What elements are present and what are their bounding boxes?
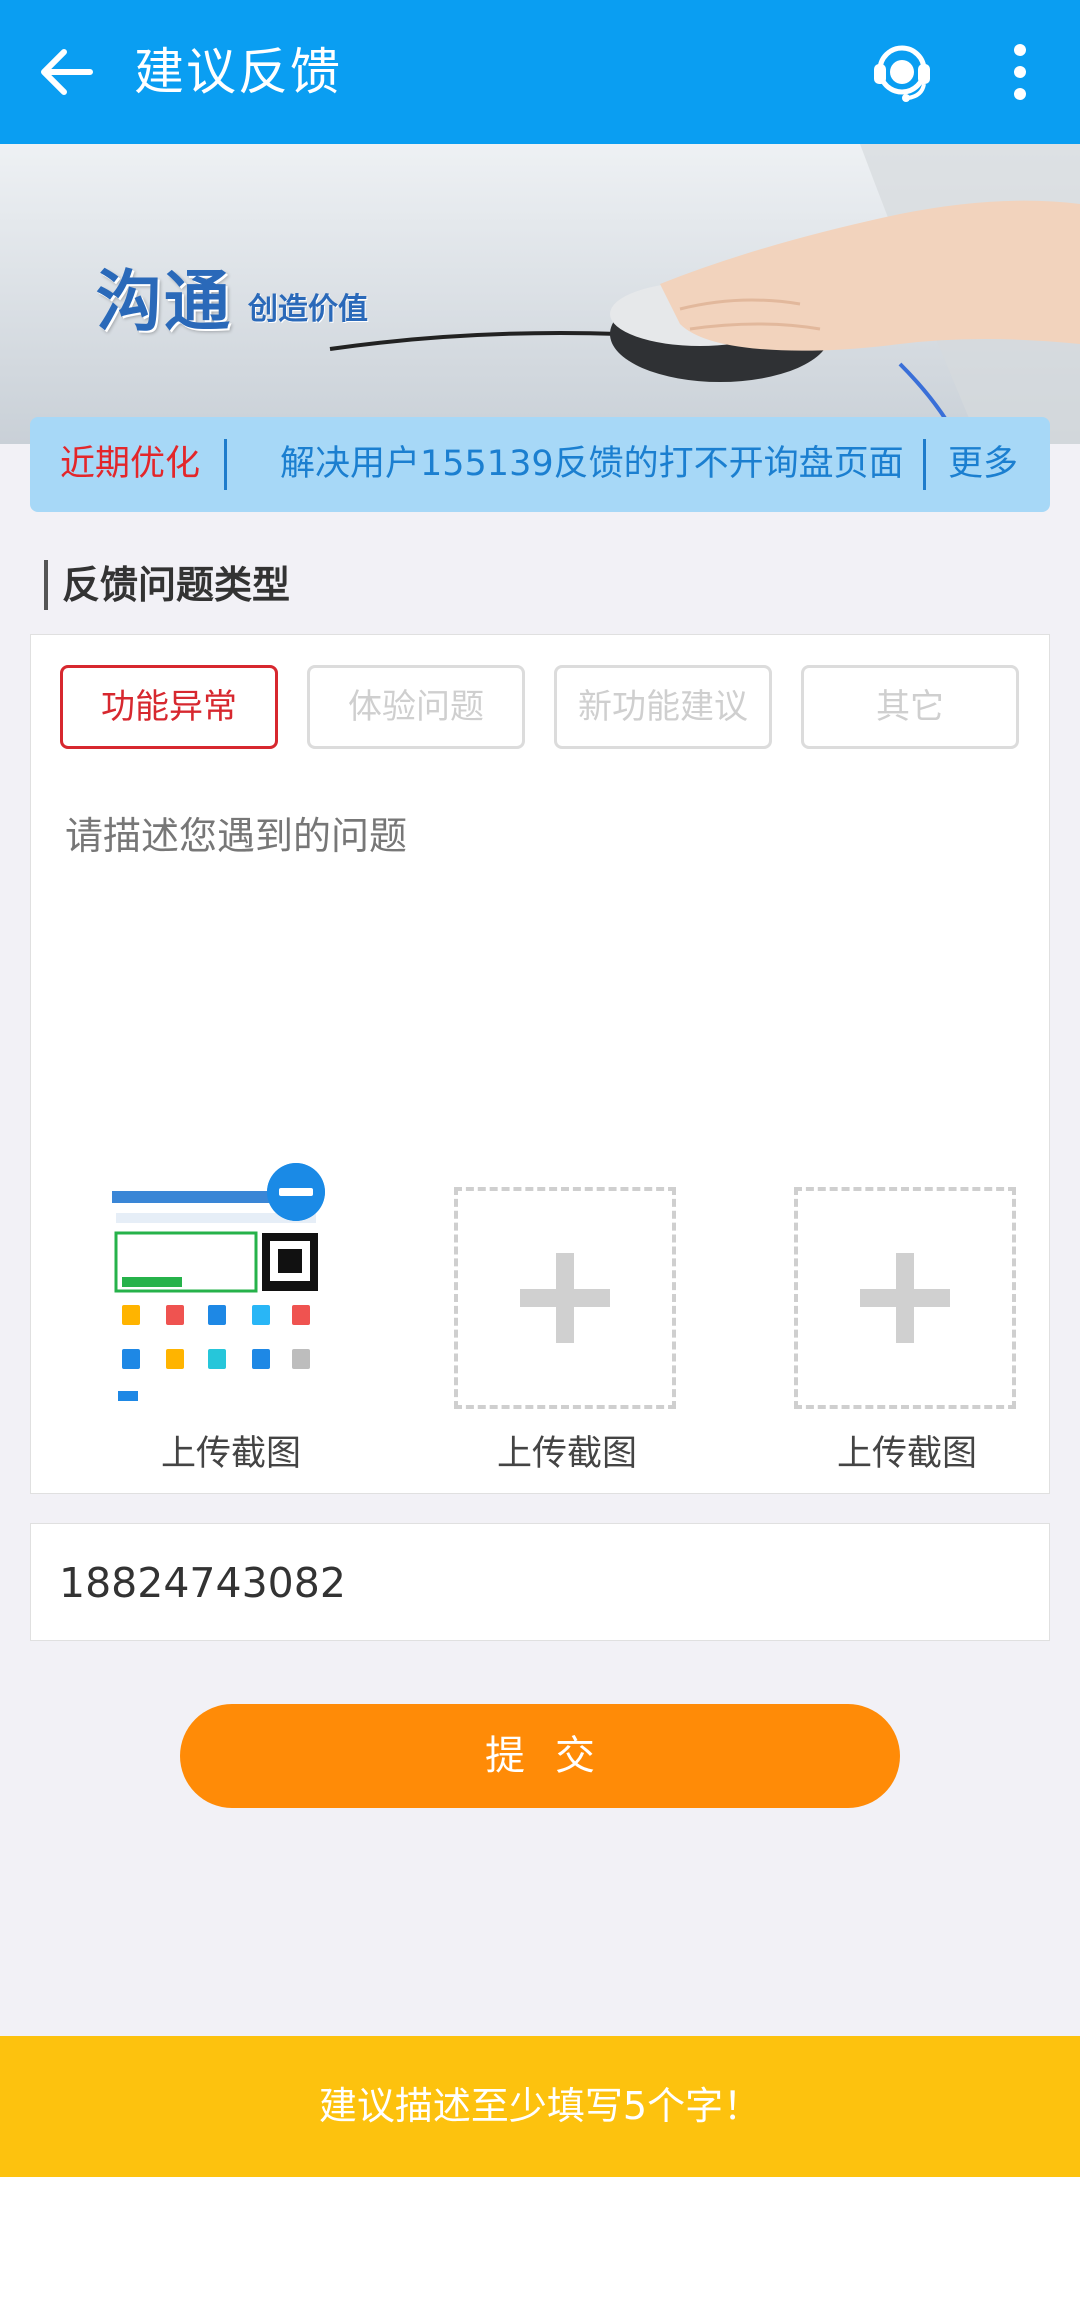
submit-button[interactable]: 提交 <box>180 1704 900 1808</box>
recent-update-message[interactable]: 解决用户155139反馈的打不开询盘页面 <box>280 439 940 489</box>
phone-input[interactable] <box>59 1548 999 1618</box>
plus-icon <box>860 1253 950 1343</box>
recent-updates-tag: 近期优化 <box>60 444 201 484</box>
upload-label: 上传截图 <box>496 1434 637 1474</box>
type-chip-function-error[interactable]: 功能异常 <box>60 665 278 749</box>
type-chip-other[interactable]: 其它 <box>801 665 1019 749</box>
banner-slogan: 创造价值 <box>248 292 368 327</box>
upload-label: 上传截图 <box>160 1434 301 1474</box>
app-bar: 建议反馈 <box>0 0 1080 144</box>
validation-toast: 建议描述至少填写5个字！ <box>0 2036 1080 2177</box>
feedback-card: 功能异常 体验问题 新功能建议 其它 请描述您遇到的问题 上传截图 上传截图 上… <box>30 634 1050 1494</box>
type-chip-new-feature[interactable]: 新功能建议 <box>554 665 772 749</box>
more-vertical-icon[interactable] <box>996 38 1044 106</box>
bottom-area <box>0 2177 1080 2304</box>
more-link[interactable]: 更多 <box>948 439 1018 489</box>
plus-icon <box>520 1253 610 1343</box>
description-input[interactable] <box>65 805 1015 1085</box>
divider <box>923 439 926 490</box>
upload-label: 上传截图 <box>836 1434 977 1474</box>
page-title: 建议反馈 <box>134 43 342 101</box>
divider <box>224 439 227 490</box>
arrow-left-icon[interactable] <box>30 36 102 108</box>
banner[interactable]: 沟通 创造价值 <box>0 144 1080 444</box>
phone-field[interactable] <box>30 1523 1050 1641</box>
upload-placeholder-box[interactable] <box>454 1187 676 1409</box>
headset-icon[interactable] <box>868 38 936 106</box>
remove-image-icon[interactable] <box>267 1163 325 1221</box>
type-chip-experience[interactable]: 体验问题 <box>307 665 525 749</box>
banner-brand: 沟通 <box>96 262 232 340</box>
upload-placeholder-box[interactable] <box>794 1187 1016 1409</box>
recent-updates-strip[interactable]: 近期优化 解决用户155139反馈的打不开询盘页面 更多 <box>30 417 1050 512</box>
feedback-type-heading: 反馈问题类型 <box>44 560 290 610</box>
